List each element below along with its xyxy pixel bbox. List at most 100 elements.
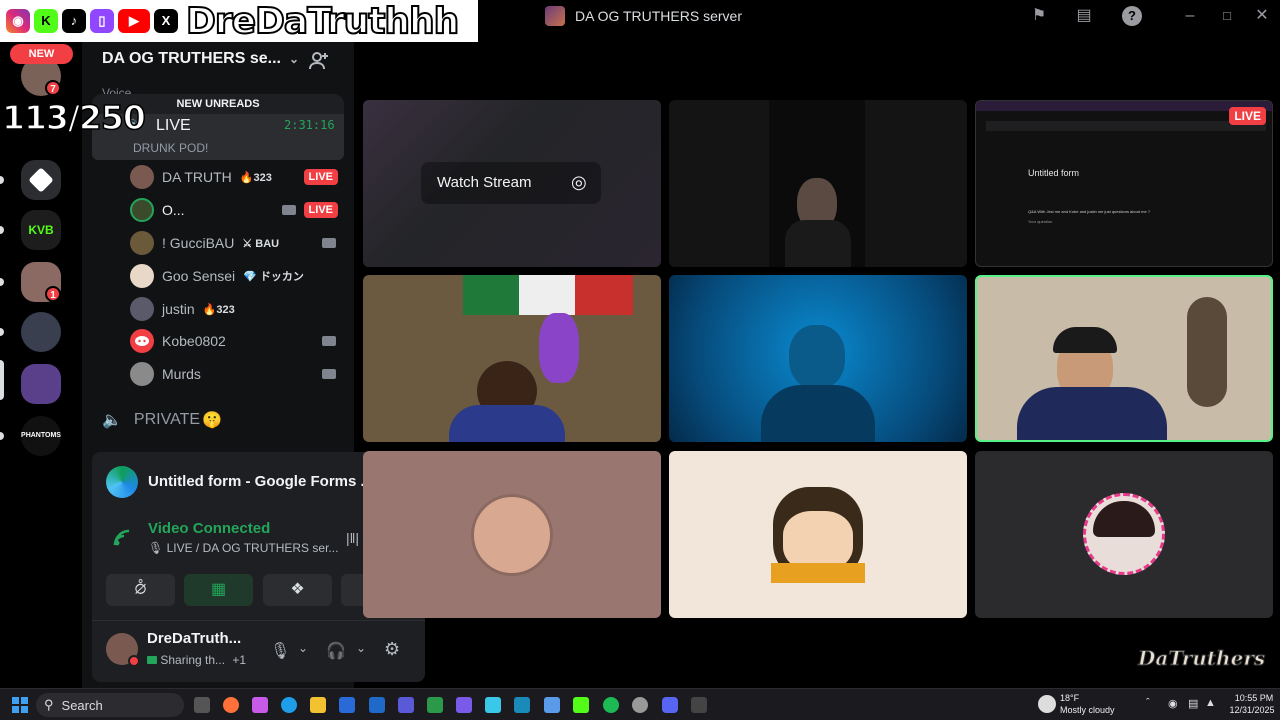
activities-button[interactable]: ❖ (263, 574, 332, 606)
server-icon-game[interactable] (21, 160, 61, 200)
chevron-down-icon: ⌄ (288, 52, 300, 66)
avatar (130, 264, 154, 288)
shush-emoji-icon: 🤫 (202, 412, 222, 429)
video-tile[interactable] (669, 100, 967, 267)
server-list: 7 KVB 1 PHANTOMS (0, 42, 82, 688)
server-icon-kvb[interactable]: KVB (21, 210, 61, 250)
spotify-icon[interactable] (603, 697, 619, 713)
inbox-icon[interactable]: ▤ (1074, 6, 1094, 26)
search-icon: ⚲ (44, 697, 54, 712)
eye-plus-icon[interactable]: ◎ (571, 172, 587, 193)
server-icon-lakers[interactable] (21, 364, 61, 404)
server-title-text: DA OG TRUTHERS server (575, 8, 742, 24)
kick-app-icon[interactable] (573, 697, 589, 713)
stream-title: Untitled form - Google Forms ... (148, 473, 373, 490)
outlook-icon[interactable] (369, 697, 385, 713)
audio-tile[interactable] (669, 451, 967, 618)
app-purple-icon[interactable] (456, 697, 472, 713)
member-row[interactable]: Goo Sensei 💎 ドッカン (130, 263, 338, 289)
member-row[interactable]: Murds (130, 361, 338, 387)
boost-badge: 🔥323 (202, 303, 235, 316)
weather-desc[interactable]: Mostly cloudy (1060, 705, 1115, 715)
discord-icon[interactable] (662, 697, 678, 713)
volume-icon[interactable]: ▲ (1205, 697, 1216, 709)
streamer-overlay-banner: ◉ K ♪ ▯ ▶ X DreDaTruthhh (0, 0, 478, 43)
stream-tile-form[interactable]: LIVE Untitled form Q&A With Jesi me and … (975, 100, 1273, 267)
gear-icon[interactable]: ⚙ (384, 639, 400, 660)
member-row[interactable]: DA TRUTH 🔥323 LIVE (130, 164, 338, 190)
flag-icon[interactable]: ⚑ (1029, 6, 1049, 26)
member-row[interactable]: justin 🔥323 (130, 296, 338, 322)
invite-icon[interactable] (308, 50, 330, 72)
chevron-down-icon[interactable]: ⌄ (356, 641, 366, 655)
teams-icon[interactable] (398, 697, 414, 713)
server-icon-avatar[interactable] (21, 312, 61, 352)
noise-suppression-icon[interactable]: |‖| (346, 530, 359, 546)
network-icon[interactable]: ▤ (1188, 697, 1198, 710)
user-panel: DreDaTruth... Sharing th... +1 🎙 ⌄ 🎧 ⌄ ⚙ (92, 620, 425, 682)
kick-icon: K (34, 9, 58, 33)
member-row[interactable]: O... LIVE (130, 197, 338, 223)
avatar (130, 231, 154, 255)
connected-channel[interactable]: 🎙 LIVE / DA OG TRUTHERS ser... (148, 541, 338, 555)
copilot-icon[interactable] (252, 697, 268, 713)
new-pill[interactable]: NEW (10, 44, 73, 64)
connection-status[interactable]: Video Connected (148, 520, 270, 537)
watermark-logo: DaTruthers (1137, 646, 1266, 671)
maximize-button[interactable]: □ (1217, 6, 1237, 26)
obs-icon[interactable] (632, 697, 648, 713)
photos-icon[interactable] (544, 697, 560, 713)
server-icon (545, 6, 565, 26)
video-tile-speaking[interactable] (975, 275, 1273, 442)
unread-dot (0, 278, 4, 286)
audio-tile[interactable] (975, 451, 1273, 618)
task-view-icon[interactable] (194, 697, 210, 713)
file-explorer-icon[interactable] (310, 697, 326, 713)
member-row[interactable]: ! GucciBAU ⚔ BAU (130, 230, 338, 256)
stream-tile[interactable]: Watch Stream ◎ (363, 100, 661, 267)
audio-tile[interactable] (363, 451, 661, 618)
chevron-down-icon[interactable]: ⌄ (298, 641, 308, 655)
minimize-button[interactable]: – (1180, 6, 1200, 26)
app-blue-icon[interactable] (514, 697, 530, 713)
username[interactable]: DreDaTruth... (147, 630, 241, 647)
firefox-icon[interactable] (223, 697, 239, 713)
live-badge: LIVE (303, 202, 338, 218)
voice-channel-private[interactable]: 🔈 PRIVATE 🤫 (102, 410, 222, 430)
app-window-icon[interactable] (485, 697, 501, 713)
video-tile[interactable] (363, 275, 661, 442)
member-row[interactable]: Kobe0802 (130, 328, 338, 354)
app-green-icon[interactable] (427, 697, 443, 713)
channel-name: LIVE (156, 117, 191, 134)
headphones-icon[interactable]: 🎧 (326, 641, 346, 661)
windows-taskbar: ⚲ Search 18°F Mostly cloudy ˆ ◉ ▤ ▲ 10:5… (0, 688, 1280, 720)
help-icon[interactable]: ? (1122, 6, 1142, 26)
server-name-header[interactable]: DA OG TRUTHERS se... ⌄ (102, 50, 299, 68)
chevron-up-icon[interactable]: ˆ (1146, 697, 1150, 709)
taskbar-search[interactable]: ⚲ Search (36, 693, 184, 717)
weather-temp[interactable]: 18°F (1060, 693, 1079, 703)
tray-icon[interactable]: ◉ (1168, 697, 1178, 710)
video-tile[interactable] (669, 275, 967, 442)
camera-off-button[interactable]: ⦲ (106, 574, 175, 606)
server-name-text: DA OG TRUTHERS se... (102, 50, 281, 67)
speaker-icon: 🔈 (102, 412, 122, 429)
watch-stream-button[interactable]: Watch Stream (437, 174, 531, 191)
user-status: Sharing th... +1 (147, 653, 246, 667)
member-name: Kobe0802 (162, 333, 226, 349)
store-icon[interactable] (339, 697, 355, 713)
clock-time[interactable]: 10:55 PM (1232, 693, 1276, 703)
microphone-icon[interactable]: 🎙 (270, 641, 290, 661)
edge-icon[interactable] (281, 697, 297, 713)
camera-icon (282, 205, 296, 215)
screen-share-button[interactable]: ▦ (184, 574, 253, 606)
member-name: ! GucciBAU (162, 235, 235, 251)
close-button[interactable]: ✕ (1252, 6, 1272, 26)
windows-start-icon[interactable] (12, 697, 28, 713)
epic-games-icon[interactable] (691, 697, 707, 713)
server-icon-phantoms[interactable]: PHANTOMS (21, 416, 61, 456)
clock-date[interactable]: 12/31/2025 (1228, 705, 1276, 715)
form-title: Untitled form (1028, 168, 1080, 178)
unread-badge: 7 (45, 80, 61, 96)
search-label: Search (61, 697, 103, 713)
